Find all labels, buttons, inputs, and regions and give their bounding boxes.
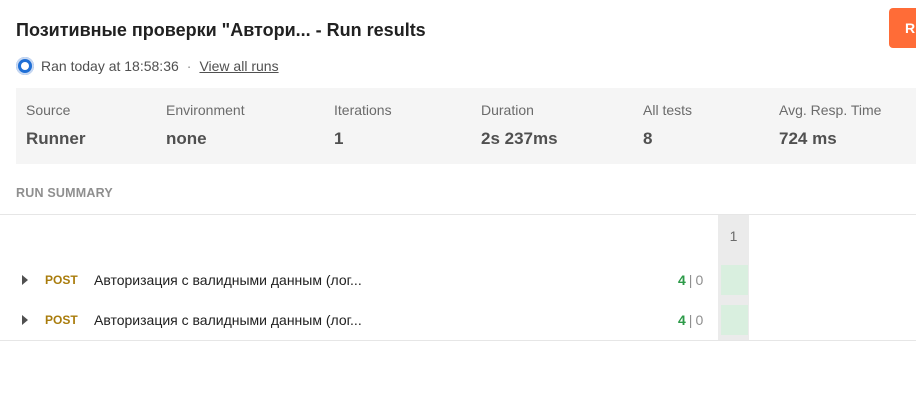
stat-duration: Duration 2s 237ms (481, 102, 558, 149)
stat-label: Source (26, 102, 71, 118)
test-counts: 4 | 0 (678, 312, 703, 328)
stat-avg-resp-time: Avg. Resp. Time 724 ms (779, 102, 881, 149)
stat-value: 1 (334, 129, 344, 148)
stat-value: 8 (643, 129, 653, 148)
stat-label: Iterations (334, 102, 392, 118)
iteration-header: 1 (729, 228, 738, 244)
passed-count: 4 (678, 312, 686, 328)
iteration-result-cell[interactable] (721, 265, 748, 295)
request-row[interactable]: POST Авторизация с валидными данным (лог… (0, 304, 716, 336)
count-separator: | (688, 272, 693, 288)
run-meta: Ran today at 18:58:36 · View all runs (16, 56, 279, 76)
divider (0, 340, 916, 341)
run-results-page: Позитивные проверки "Автори... - Run res… (0, 0, 916, 400)
stat-value: 2s 237ms (481, 129, 558, 148)
request-method: POST (45, 273, 78, 287)
ran-timestamp: Ran today at 18:58:36 (41, 58, 179, 74)
stat-value: 724 ms (779, 129, 837, 148)
stat-value: Runner (26, 129, 86, 148)
meta-separator: · (186, 58, 192, 74)
iteration-result-cell[interactable] (721, 305, 748, 335)
test-counts: 4 | 0 (678, 272, 703, 288)
request-row[interactable]: POST Авторизация с валидными данным (лог… (0, 264, 716, 296)
stat-label: Environment (166, 102, 245, 118)
divider (0, 214, 916, 215)
expand-caret-icon[interactable] (22, 275, 28, 285)
request-name: Авторизация с валидными данным (лог... (94, 312, 362, 328)
page-title: Позитивные проверки "Автори... - Run res… (16, 20, 426, 40)
run-stats-panel: Source Runner Environment none Iteration… (16, 88, 916, 164)
stat-value: none (166, 129, 207, 148)
expand-caret-icon[interactable] (22, 315, 28, 325)
stat-label: Avg. Resp. Time (779, 102, 882, 118)
view-all-runs-link[interactable]: View all runs (199, 58, 278, 74)
run-again-button[interactable]: R (889, 8, 916, 48)
stat-all-tests: All tests 8 (643, 102, 692, 149)
failed-count: 0 (695, 312, 704, 328)
stat-source: Source Runner (26, 102, 86, 149)
request-method: POST (45, 313, 78, 327)
request-name: Авторизация с валидными данным (лог... (94, 272, 362, 288)
count-separator: | (688, 312, 693, 328)
run-summary-heading: RUN SUMMARY (16, 186, 113, 200)
failed-count: 0 (695, 272, 704, 288)
stat-label: Duration (481, 102, 534, 118)
stat-iterations: Iterations 1 (334, 102, 392, 149)
stat-environment: Environment none (166, 102, 245, 149)
avatar-icon (16, 57, 34, 75)
stat-label: All tests (643, 102, 693, 118)
passed-count: 4 (678, 272, 686, 288)
